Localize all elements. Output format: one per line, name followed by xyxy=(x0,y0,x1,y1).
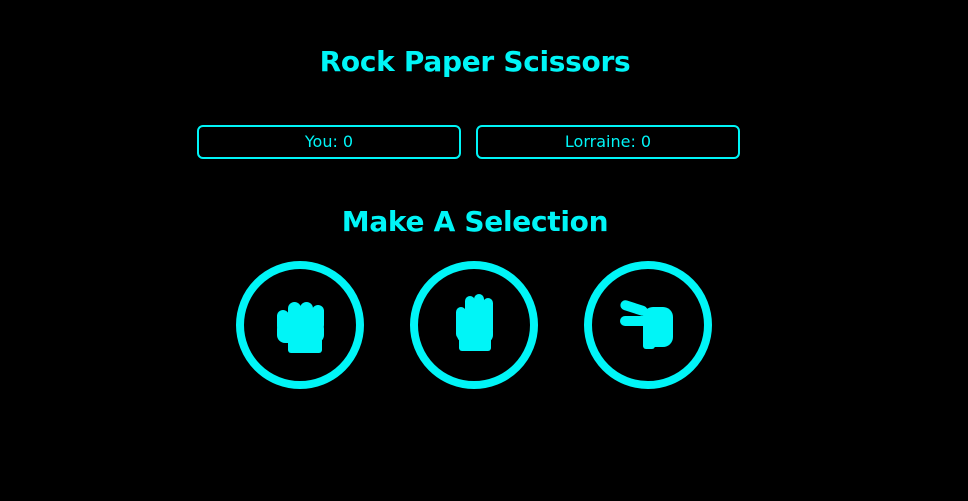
scissors-button[interactable] xyxy=(584,261,712,389)
selection-prompt: Make A Selection xyxy=(341,205,609,238)
player-score: You: 0 xyxy=(197,125,461,159)
page-title: Rock Paper Scissors xyxy=(319,45,631,78)
hand-rock-icon xyxy=(277,302,324,353)
hand-paper-icon xyxy=(456,294,493,351)
rock-button[interactable] xyxy=(236,261,364,389)
hand-scissors-icon xyxy=(620,300,673,349)
opponent-score: Lorraine: 0 xyxy=(476,125,740,159)
paper-button[interactable] xyxy=(410,261,538,389)
